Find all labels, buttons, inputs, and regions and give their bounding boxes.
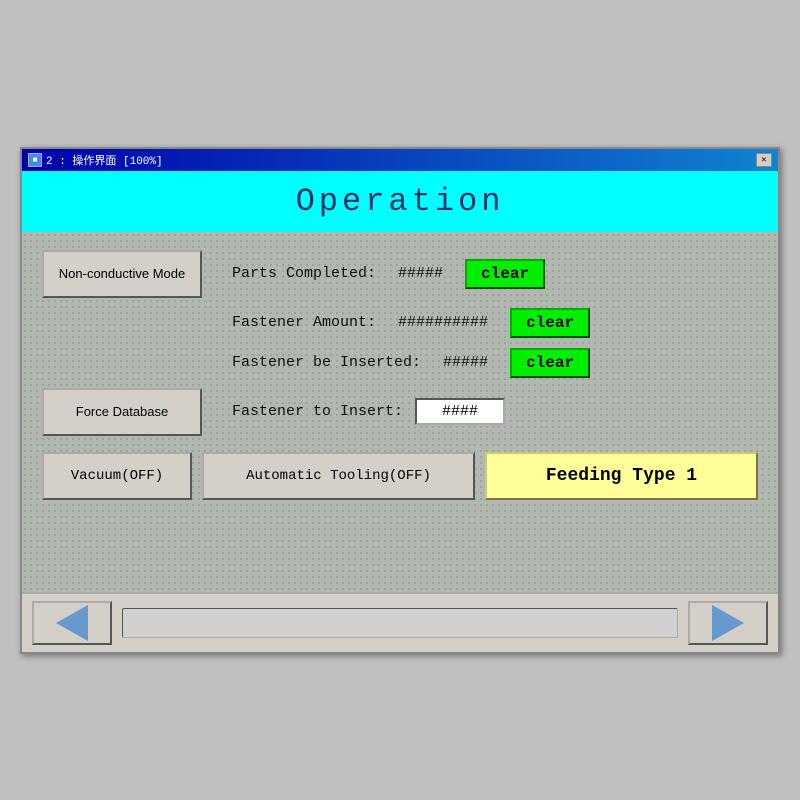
arrow-left-icon: [56, 605, 88, 641]
main-window: ■ 2 : 操作界面 [100%] ✕ Operation Non-conduc…: [20, 147, 780, 654]
fastener-amount-value: ##########: [398, 314, 488, 331]
automatic-tooling-button[interactable]: Automatic Tooling(OFF): [202, 452, 475, 500]
parts-completed-label: Parts Completed:: [232, 265, 376, 282]
window-title: 2 : 操作界面 [100%]: [46, 152, 163, 168]
fastener-to-insert-label: Fastener to Insert:: [232, 403, 403, 420]
row-fastener-inserted: Fastener be Inserted: ##### clear: [222, 348, 758, 378]
prev-button[interactable]: [32, 601, 112, 645]
clear-parts-button[interactable]: clear: [465, 259, 545, 289]
fastener-inserted-value: #####: [443, 354, 488, 371]
feeding-type-button[interactable]: Feeding Type 1: [485, 452, 758, 500]
arrow-right-icon: [712, 605, 744, 641]
nav-bar: [22, 592, 778, 652]
close-button[interactable]: ✕: [756, 153, 772, 167]
vacuum-button[interactable]: Vacuum(OFF): [42, 452, 192, 500]
bottom-row: Vacuum(OFF) Automatic Tooling(OFF) Feedi…: [42, 452, 758, 500]
clear-fastener-inserted-button[interactable]: clear: [510, 348, 590, 378]
row-fastener-amount: Fastener Amount: ########## clear: [222, 308, 758, 338]
clear-fastener-amount-button[interactable]: clear: [510, 308, 590, 338]
next-button[interactable]: [688, 601, 768, 645]
header-bar: Operation: [22, 171, 778, 232]
fastener-inserted-label: Fastener be Inserted:: [232, 354, 421, 371]
fastener-to-insert-input[interactable]: [415, 398, 505, 425]
fastener-amount-label: Fastener Amount:: [232, 314, 376, 331]
row-fastener-to-insert: Force Database Fastener to Insert:: [42, 388, 758, 436]
scrollbar[interactable]: [122, 608, 678, 638]
force-database-button[interactable]: Force Database: [42, 388, 202, 436]
title-bar: ■ 2 : 操作界面 [100%] ✕: [22, 149, 778, 171]
row-parts-completed: Non-conductive Mode Parts Completed: ###…: [42, 250, 758, 298]
parts-completed-value: #####: [398, 265, 443, 282]
non-conductive-button[interactable]: Non-conductive Mode: [42, 250, 202, 298]
page-title: Operation: [22, 183, 778, 220]
content-area: Non-conductive Mode Parts Completed: ###…: [22, 232, 778, 592]
window-icon: ■: [28, 153, 42, 167]
title-bar-left: ■ 2 : 操作界面 [100%]: [28, 152, 163, 168]
